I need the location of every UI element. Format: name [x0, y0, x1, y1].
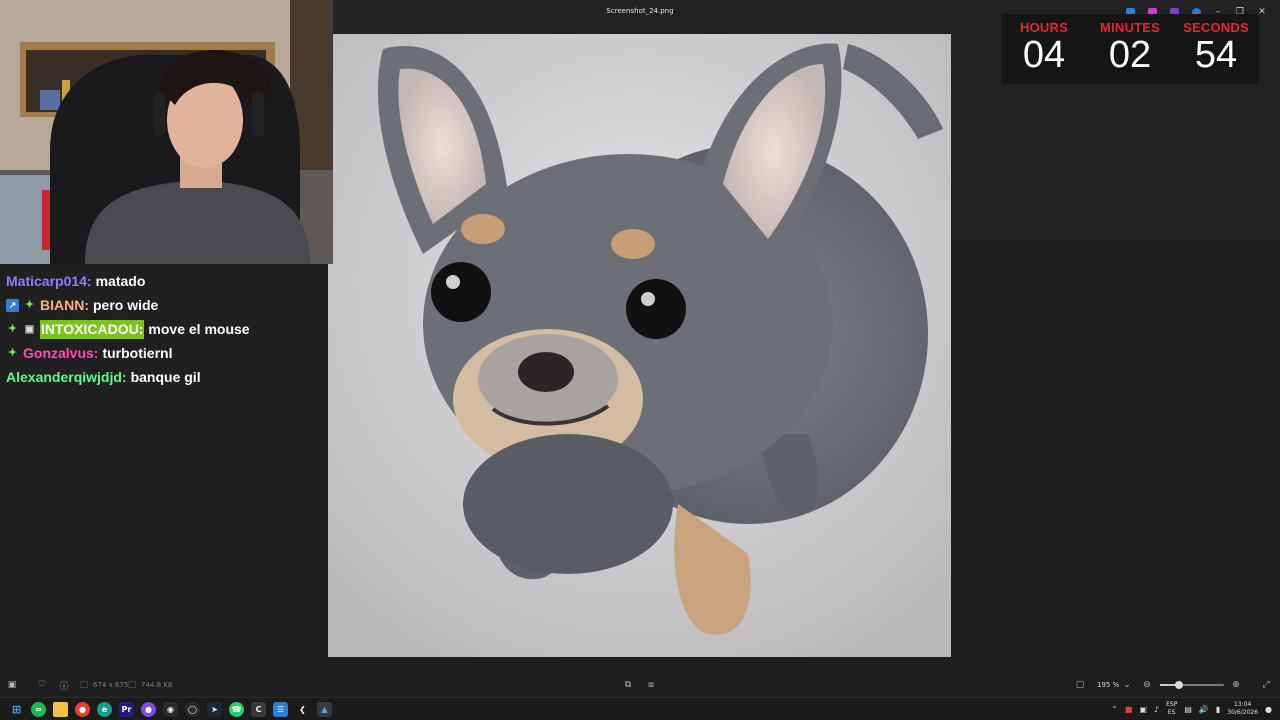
notepad-icon[interactable]: ☰ — [273, 702, 288, 717]
chihuahua-photo — [328, 34, 951, 657]
obs-icon[interactable]: ◯ — [185, 702, 200, 717]
sparkle-badge-icon: ✦ — [7, 323, 18, 335]
pencil-badge-icon: ↗ — [6, 299, 19, 312]
fit-screen-icon[interactable]: ▢ — [1074, 679, 1086, 691]
premiere-icon[interactable]: Pr — [119, 702, 134, 717]
fullscreen-icon[interactable]: ⤢ — [1260, 679, 1272, 691]
cat-badge-icon: ▣ — [24, 324, 35, 335]
steam-icon[interactable]: ➤ — [207, 702, 222, 717]
chat-text: matado — [95, 273, 146, 289]
battery-icon[interactable]: ▮ — [1216, 705, 1220, 714]
screen: Screenshot_24.png – ❐ ✕ HOURS 04 MINUTES… — [0, 0, 1280, 720]
chat-username: BIANN: — [40, 297, 89, 313]
show-hidden-icons-chevron-icon[interactable]: ⌃ — [1111, 705, 1118, 714]
spotify-icon[interactable]: ≈ — [31, 702, 46, 717]
capture-tool-icon[interactable]: ❮ — [295, 702, 310, 717]
chat-message: Alexanderqiwjdjd: banque gil — [6, 368, 322, 387]
displayed-photo[interactable] — [328, 34, 951, 657]
chat-text: move el mouse — [148, 321, 250, 337]
microphone-icon[interactable]: ♪ — [1154, 705, 1159, 714]
sparkle-badge-icon: ✦ — [24, 299, 35, 311]
seconds-label: SECONDS — [1183, 20, 1249, 35]
windows-taskbar: ⊞ ≈ ● e Pr ● ◉ ◯ ➤ ☎ C ☰ ❮ ▲ ⌃ ■ ▣ ♪ ESP… — [0, 697, 1280, 720]
notification-bell-icon[interactable]: ● — [1265, 705, 1272, 714]
clock-date: 30/6/2026 — [1227, 709, 1259, 716]
input-language[interactable]: ESP ES — [1166, 701, 1177, 717]
chat-username: Maticarp014: — [6, 273, 92, 289]
chat-username: Alexanderqiwjdjd: — [6, 369, 127, 385]
chrome-icon[interactable]: ● — [75, 702, 90, 717]
capcut-icon[interactable]: C — [251, 702, 266, 717]
webcam-overlay — [0, 0, 333, 264]
timer-seconds: SECONDS 54 — [1174, 20, 1258, 84]
actual-size-icon[interactable]: ⧈ — [645, 679, 657, 691]
fit-to-window-icon[interactable]: ⧉ — [622, 679, 634, 691]
tray-monitor-icon[interactable]: ▣ — [1139, 705, 1147, 714]
zoom-slider[interactable] — [1160, 681, 1224, 689]
sparkle-badge-icon: ✦ — [7, 347, 18, 359]
clock-time: 13:04 — [1233, 701, 1252, 708]
twitch-app-icon[interactable]: ● — [141, 702, 156, 717]
keyboard-layout: ES — [1167, 709, 1176, 716]
app-with-notification-icon[interactable]: ◉ — [163, 702, 178, 717]
zoom-out-icon[interactable]: ⊖ — [1141, 679, 1153, 691]
timer-hours: HOURS 04 — [1002, 20, 1086, 84]
chat-message: ✦ Gonzalvus: turbotiernl — [6, 344, 322, 363]
zoom-level[interactable]: 195 % — [1097, 681, 1119, 689]
minutes-value: 02 — [1108, 34, 1152, 76]
chat-message: ✦ ▣ INTOXICADOU: move el mouse — [6, 320, 322, 339]
clock[interactable]: 13:04 30/6/2026 — [1227, 701, 1258, 717]
streamer-webcam-image — [0, 0, 333, 264]
chat-text: turbotiernl — [102, 345, 173, 361]
hours-value: 04 — [1022, 34, 1066, 76]
whatsapp-icon[interactable]: ☎ — [229, 702, 244, 717]
file-explorer-icon[interactable] — [53, 702, 68, 717]
chat-text: banque gil — [130, 369, 201, 385]
edge-icon[interactable]: e — [97, 702, 112, 717]
network-icon[interactable]: ▤ — [1184, 705, 1192, 714]
timer-minutes: MINUTES 02 — [1088, 20, 1172, 84]
chat-username: INTOXICADOU: — [40, 320, 145, 339]
hours-label: HOURS — [1020, 20, 1068, 35]
zoom-in-icon[interactable]: ⊕ — [1230, 679, 1242, 691]
tray-app-icon[interactable]: ■ — [1125, 705, 1133, 714]
windows-start-icon[interactable]: ⊞ — [9, 702, 24, 717]
volume-icon[interactable]: 🔊 — [1199, 705, 1209, 714]
chat-message: ↗ ✦ BIANN: pero wide — [6, 296, 322, 315]
countdown-timer: HOURS 04 MINUTES 02 SECONDS 54 — [1001, 14, 1259, 84]
seconds-value: 54 — [1194, 34, 1238, 76]
system-tray: ⌃ ■ ▣ ♪ ESP ES ▤ 🔊 ▮ 13:04 30/6/2026 ● — [1111, 701, 1272, 717]
chat-message: Maticarp014: matado — [6, 272, 322, 291]
stream-chat: Maticarp014: matado ↗ ✦ BIANN: pero wide… — [0, 264, 328, 684]
chat-text: pero wide — [93, 297, 159, 313]
minutes-label: MINUTES — [1100, 20, 1160, 35]
photos-app-icon[interactable]: ▲ — [317, 702, 332, 717]
language-code: ESP — [1166, 701, 1178, 708]
zoom-dropdown-chevron-icon[interactable]: ⌄ — [1121, 679, 1133, 691]
chat-username: Gonzalvus: — [23, 345, 99, 361]
zoom-slider-thumb[interactable] — [1175, 681, 1184, 689]
